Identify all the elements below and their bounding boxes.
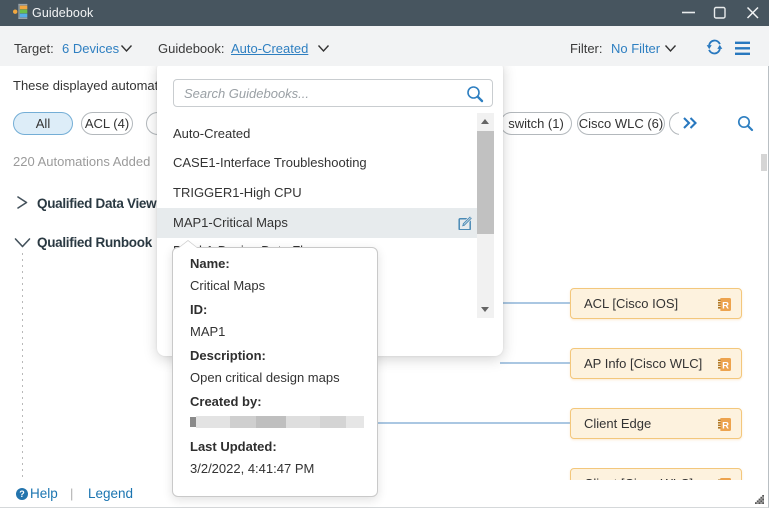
svg-text:R: R: [722, 300, 729, 311]
svg-text:R: R: [722, 420, 729, 431]
svg-text:R: R: [722, 360, 729, 371]
svg-text:?: ?: [19, 489, 25, 499]
